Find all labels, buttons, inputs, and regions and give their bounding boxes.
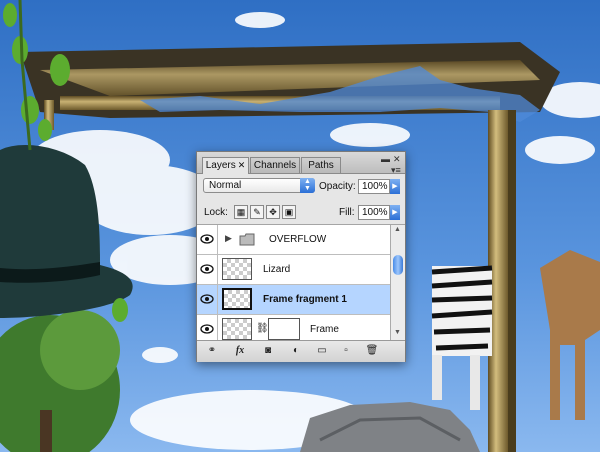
fill-field[interactable]: 100% [358, 205, 390, 220]
scroll-down-icon[interactable]: ▼ [394, 329, 401, 336]
scroll-thumb[interactable] [393, 255, 403, 275]
visibility-toggle[interactable] [197, 285, 218, 314]
opacity-field[interactable]: 100% [358, 179, 390, 194]
fill-slider-button[interactable]: ▶ [390, 205, 400, 220]
select-arrows-icon: ▲ ▼ [300, 178, 315, 193]
blend-mode-select[interactable]: Normal ▲ ▼ [203, 178, 315, 193]
tab-paths[interactable]: Paths [301, 157, 341, 173]
layer-row-lizard[interactable]: Lizard [197, 255, 390, 285]
new-group-icon[interactable]: ▭ [313, 344, 331, 358]
layer-thumbnail [222, 288, 252, 310]
add-mask-icon[interactable]: ◙ [259, 344, 277, 358]
visibility-toggle[interactable] [197, 255, 218, 284]
panel-collapse-icon[interactable]: ▬ [381, 154, 390, 164]
lock-pixels-icon[interactable]: ✎ [250, 205, 264, 219]
blend-mode-value: Normal [209, 180, 242, 191]
opacity-slider-button[interactable]: ▶ [390, 179, 400, 194]
layers-scrollbar[interactable]: ▲ ▼ [390, 225, 405, 340]
tab-channels[interactable]: Channels [250, 157, 300, 173]
layer-row-frame[interactable]: ⛓ Frame [197, 315, 390, 340]
mask-link-icon[interactable]: ⛓ [256, 323, 269, 334]
trash-icon[interactable]: 🗑 [363, 344, 381, 358]
layer-thumbnail [222, 258, 252, 280]
layers-list: ▶ OVERFLOW Lizard Frame fragment 1 ⛓ Fra… [197, 225, 390, 340]
tab-paths-label: Paths [308, 160, 334, 171]
visibility-toggle[interactable] [197, 225, 218, 254]
opacity-label: Opacity: [319, 181, 356, 192]
eye-icon [200, 324, 214, 334]
layer-name: Frame [310, 324, 339, 335]
tab-channels-label: Channels [253, 160, 297, 171]
fx-icon[interactable]: fx [229, 344, 251, 358]
new-layer-icon[interactable]: ▫ [337, 344, 355, 358]
visibility-toggle[interactable] [197, 315, 218, 340]
lock-row: Lock: ▦ ✎ ✥ ▣ Fill: 100% ▶ [197, 200, 405, 225]
eye-icon [200, 264, 214, 274]
blend-row: Normal ▲ ▼ Opacity: 100% ▶ [197, 174, 405, 198]
link-layers-icon[interactable]: ⚭ [203, 344, 221, 358]
layer-name: OVERFLOW [269, 234, 327, 245]
folder-icon [239, 233, 255, 246]
expand-triangle-icon[interactable]: ▶ [225, 233, 232, 244]
eye-icon [200, 294, 214, 304]
tab-layers[interactable]: Layers ✕ [202, 157, 249, 174]
lock-position-icon[interactable]: ✥ [266, 205, 280, 219]
tab-close-icon[interactable]: ✕ [238, 160, 246, 170]
eye-icon [200, 234, 214, 244]
layers-panel: Layers ✕ Channels Paths ▬ ✕ ▾≡ Normal ▲ ▼ … [196, 151, 406, 362]
layer-thumbnail [222, 318, 252, 340]
layer-mask-thumbnail[interactable] [268, 318, 300, 340]
fill-label: Fill: [339, 207, 355, 218]
lock-label: Lock: [204, 207, 228, 218]
tab-layers-label: Layers [205, 160, 236, 171]
adjustment-layer-icon[interactable]: ◐ [285, 344, 307, 358]
panel-tab-bar: Layers ✕ Channels Paths ▬ ✕ ▾≡ [197, 152, 405, 175]
scroll-up-icon[interactable]: ▲ [394, 226, 401, 233]
lock-all-icon[interactable]: ▣ [282, 205, 296, 219]
layer-name: Lizard [263, 264, 291, 275]
panel-bottom-toolbar: ⚭ fx ◙ ◐ ▭ ▫ 🗑 [197, 340, 405, 362]
layer-row-frame-fragment-1[interactable]: Frame fragment 1 [197, 285, 390, 315]
lock-transparency-icon[interactable]: ▦ [234, 205, 248, 219]
panel-close-icon[interactable]: ✕ [393, 154, 401, 165]
fx-label: fx [235, 345, 245, 356]
layer-row-overflow[interactable]: ▶ OVERFLOW [197, 225, 390, 255]
layer-name: Frame fragment 1 [263, 294, 347, 305]
